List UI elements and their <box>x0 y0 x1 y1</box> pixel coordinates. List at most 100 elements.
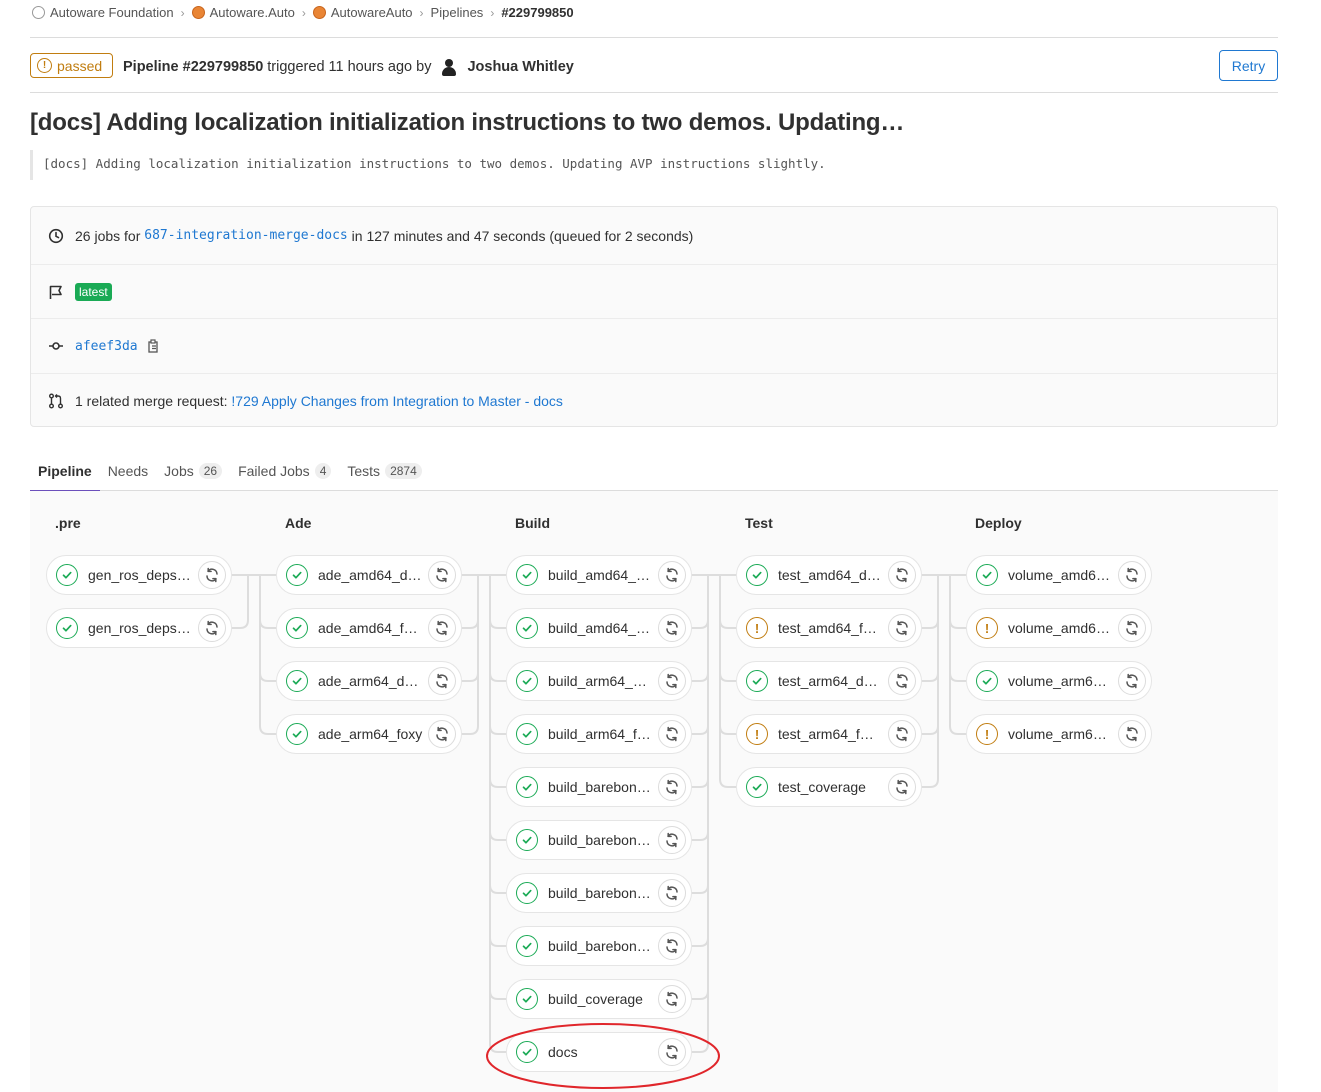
retry-button[interactable]: Retry <box>1219 50 1278 81</box>
check-circle-icon <box>516 829 538 851</box>
job-name: volume_amd6… <box>1008 567 1110 583</box>
stage-title: Deploy <box>975 515 1022 531</box>
user-avatar-icon[interactable] <box>439 57 459 77</box>
retry-icon[interactable] <box>888 720 916 748</box>
retry-icon[interactable] <box>658 932 686 960</box>
retry-icon[interactable] <box>428 614 456 642</box>
retry-icon[interactable] <box>888 667 916 695</box>
retry-icon[interactable] <box>1118 614 1146 642</box>
tab-pipeline[interactable]: Pipeline <box>30 451 100 492</box>
retry-icon[interactable] <box>888 561 916 589</box>
tab-tests[interactable]: Tests 2874 <box>339 451 429 491</box>
retry-icon[interactable] <box>1118 561 1146 589</box>
job-test-arm64-f[interactable]: ! test_arm64_f… <box>736 714 922 754</box>
retry-icon[interactable] <box>658 667 686 695</box>
job-build-barebon[interactable]: build_barebon… <box>506 873 692 913</box>
connector-line <box>692 575 709 735</box>
retry-icon[interactable] <box>428 720 456 748</box>
check-circle-icon <box>746 776 768 798</box>
retry-icon[interactable] <box>888 614 916 642</box>
job-build-barebon[interactable]: build_barebon… <box>506 820 692 860</box>
retry-icon[interactable] <box>428 561 456 589</box>
job-gen-ros-deps[interactable]: gen_ros_deps… <box>46 608 232 648</box>
check-circle-icon <box>516 776 538 798</box>
job-name: build_amd64_… <box>548 620 650 636</box>
job-volume-amd6[interactable]: ! volume_amd6… <box>966 608 1152 648</box>
job-name: build_barebon… <box>548 885 651 901</box>
breadcrumb-item-pipelines[interactable]: Pipelines <box>431 5 484 20</box>
job-ade-arm64-foxy[interactable]: ade_arm64_foxy <box>276 714 462 754</box>
connector-line <box>259 575 276 629</box>
check-circle-icon <box>56 617 78 639</box>
retry-icon[interactable] <box>658 826 686 854</box>
job-name: ade_amd64_f… <box>318 620 418 636</box>
job-build-arm64[interactable]: build_arm64_… <box>506 661 692 701</box>
retry-icon[interactable] <box>198 614 226 642</box>
job-ade-amd64-f[interactable]: ade_amd64_f… <box>276 608 462 648</box>
triggered-text: triggered 11 hours ago by <box>267 59 432 75</box>
exclamation-circle-icon: ! <box>976 617 998 639</box>
connector-line <box>462 575 479 735</box>
job-name: test_arm64_f… <box>778 726 874 742</box>
retry-icon[interactable] <box>658 1038 686 1066</box>
job-test-coverage[interactable]: test_coverage <box>736 767 922 807</box>
job-name: test_amd64_f… <box>778 620 877 636</box>
tags-row: latest <box>31 264 1277 318</box>
job-build-barebon[interactable]: build_barebon… <box>506 926 692 966</box>
status-badge[interactable]: ! passed <box>30 53 114 78</box>
retry-icon[interactable] <box>1118 720 1146 748</box>
breadcrumb-item-current[interactable]: #229799850 <box>501 5 573 20</box>
retry-icon[interactable] <box>428 667 456 695</box>
retry-icon[interactable] <box>658 720 686 748</box>
branch-link[interactable]: 687-integration-merge-docs <box>144 228 348 243</box>
job-name: build_arm64_f… <box>548 726 651 742</box>
job-test-arm64-d[interactable]: test_arm64_d… <box>736 661 922 701</box>
job-test-amd64-d[interactable]: test_amd64_d… <box>736 555 922 595</box>
check-circle-icon <box>976 564 998 586</box>
retry-icon[interactable] <box>658 773 686 801</box>
tab-needs[interactable]: Needs <box>100 451 156 491</box>
job-build-amd64[interactable]: build_amd64_… <box>506 608 692 648</box>
job-name: ade_amd64_d… <box>318 567 422 583</box>
job-gen-ros-deps[interactable]: gen_ros_deps… <box>46 555 232 595</box>
job-build-coverage[interactable]: build_coverage <box>506 979 692 1019</box>
retry-icon[interactable] <box>658 561 686 589</box>
job-build-arm64-f[interactable]: build_arm64_f… <box>506 714 692 754</box>
job-volume-amd6[interactable]: volume_amd6… <box>966 555 1152 595</box>
exclamation-circle-icon: ! <box>976 723 998 745</box>
retry-icon[interactable] <box>658 879 686 907</box>
tests-count-badge: 2874 <box>385 463 422 479</box>
job-name: volume_arm6… <box>1008 673 1107 689</box>
retry-icon[interactable] <box>658 985 686 1013</box>
retry-icon[interactable] <box>888 773 916 801</box>
connector-line <box>489 575 506 629</box>
retry-icon[interactable] <box>1118 667 1146 695</box>
job-name: build_barebon… <box>548 832 651 848</box>
breadcrumb-item-project[interactable]: AutowareAuto <box>312 5 413 20</box>
job-ade-arm64-d[interactable]: ade_arm64_d… <box>276 661 462 701</box>
breadcrumb-item-subgroup[interactable]: Autoware.Auto <box>191 5 295 20</box>
job-build-amd64[interactable]: build_amd64_… <box>506 555 692 595</box>
commit-sha-link[interactable]: afeef3da <box>75 339 138 354</box>
job-volume-arm6[interactable]: volume_arm6… <box>966 661 1152 701</box>
clipboard-icon[interactable] <box>147 339 161 353</box>
connector-line <box>949 575 966 735</box>
job-volume-arm6[interactable]: ! volume_arm6… <box>966 714 1152 754</box>
job-ade-amd64-d[interactable]: ade_amd64_d… <box>276 555 462 595</box>
pipeline-header: Pipeline #229799850 triggered 11 hours a… <box>123 57 574 77</box>
tab-jobs[interactable]: Jobs 26 <box>156 451 230 491</box>
retry-icon[interactable] <box>658 614 686 642</box>
job-name: build_barebon… <box>548 779 651 795</box>
job-name: gen_ros_deps… <box>88 567 191 583</box>
breadcrumb-item-group[interactable]: Autoware Foundation <box>32 5 174 20</box>
job-test-amd64-f[interactable]: ! test_amd64_f… <box>736 608 922 648</box>
tab-failed-jobs[interactable]: Failed Jobs 4 <box>230 451 339 491</box>
check-circle-icon <box>516 988 538 1010</box>
retry-icon[interactable] <box>198 561 226 589</box>
check-circle-icon <box>516 723 538 745</box>
job-docs[interactable]: docs <box>506 1032 692 1072</box>
user-name[interactable]: Joshua Whitley <box>467 59 573 75</box>
merge-request-link[interactable]: !729 Apply Changes from Integration to M… <box>231 393 563 409</box>
job-name: build_coverage <box>548 991 643 1007</box>
job-build-barebon[interactable]: build_barebon… <box>506 767 692 807</box>
